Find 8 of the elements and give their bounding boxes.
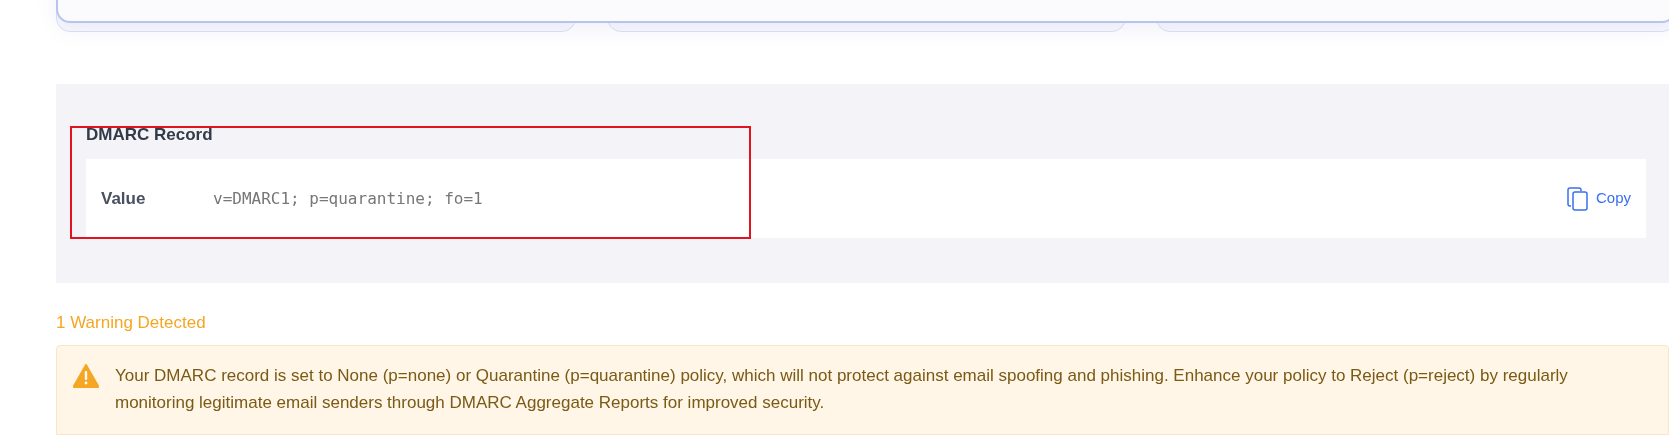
copy-button[interactable]: Copy — [1566, 186, 1631, 211]
section-title: DMARC Record — [86, 124, 214, 146]
record-value: v=DMARC1; p=quarantine; fo=1 — [213, 187, 484, 210]
warning-icon — [73, 364, 99, 388]
field-label: Value — [101, 187, 147, 210]
warning-message: Your DMARC record is set to None (p=none) or Quarantine (p=quarantine) policy, which will not protect against email spoofing and phishing. Enhance your policy to Reject (p=reject) by regularly monitoring legitimate email senders through DMARC Aggregate Reports for improved security. — [115, 365, 1569, 414]
warning-count: 1 Warning Detected — [56, 312, 207, 334]
copy-icon — [1566, 186, 1589, 211]
